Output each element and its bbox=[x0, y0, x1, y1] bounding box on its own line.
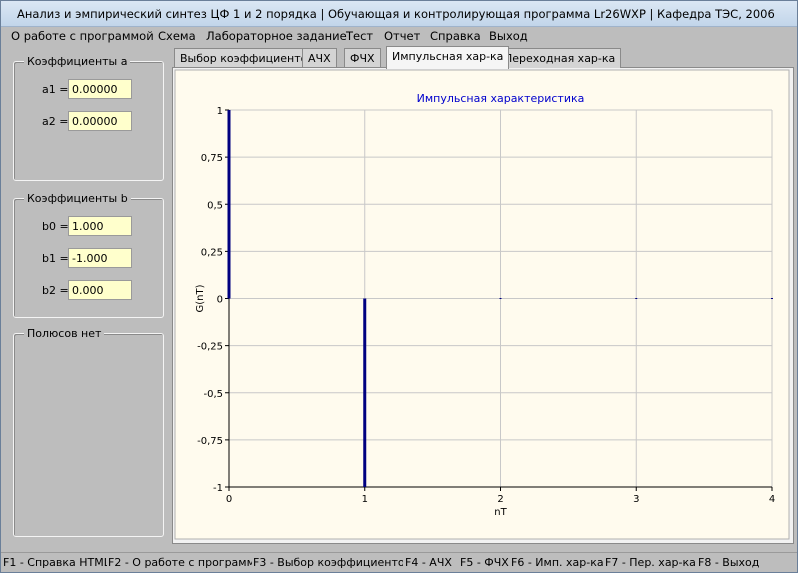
a1-label: a1 = bbox=[42, 83, 69, 96]
status-f6-impulse[interactable]: F6 - Имп. хар-ка bbox=[511, 556, 603, 569]
tab-impulse-response[interactable]: Импульсная хар-ка bbox=[386, 46, 510, 69]
y-tick-label: 0,25 bbox=[201, 247, 223, 258]
y-tick-label: -1 bbox=[213, 483, 223, 494]
status-f2-about[interactable]: F2 - О работе с программой bbox=[108, 556, 252, 569]
x-tick-label: 2 bbox=[497, 494, 503, 505]
b0-label: b0 = bbox=[42, 220, 69, 233]
coefficients-b-title: Коэффициенты b bbox=[24, 192, 131, 205]
x-tick-label: 1 bbox=[362, 494, 368, 505]
x-axis-label: nT bbox=[494, 507, 507, 518]
a1-input[interactable] bbox=[68, 79, 132, 99]
coefficients-a-group: Коэффициенты a a1 = a2 = bbox=[13, 55, 164, 181]
a2-input[interactable] bbox=[68, 111, 132, 131]
y-tick-label: 1 bbox=[217, 106, 223, 117]
poles-title: Полюсов нет bbox=[24, 327, 105, 340]
x-tick-label: 0 bbox=[226, 494, 232, 505]
tab-panel: Импульсная характеристика 1 0,75 0,5 0,25 0 -0… bbox=[172, 67, 794, 544]
y-tick-label: 0,75 bbox=[201, 153, 223, 164]
y-tick-label: 0 bbox=[217, 295, 223, 306]
menu-test[interactable]: Тест bbox=[346, 29, 373, 43]
menu-scheme[interactable]: Схема bbox=[158, 29, 196, 43]
status-f3-coefficients[interactable]: F3 - Выбор коэффициентов bbox=[253, 556, 403, 569]
app-window: Анализ и эмпирический синтез ЦФ 1 и 2 по… bbox=[0, 0, 798, 573]
b2-input[interactable] bbox=[68, 280, 132, 300]
plot-background bbox=[174, 69, 790, 540]
tab-coefficients[interactable]: Выбор коэффициентов bbox=[174, 48, 320, 68]
menu-about[interactable]: О работе с программой bbox=[11, 29, 154, 43]
y-tick-label: -0,75 bbox=[197, 436, 223, 447]
b1-input[interactable] bbox=[68, 248, 132, 268]
title-bar[interactable]: Анализ и эмпирический синтез ЦФ 1 и 2 по… bbox=[1, 1, 797, 27]
menu-bar: О работе с программой Схема Лабораторное… bbox=[1, 27, 797, 45]
status-f7-step[interactable]: F7 - Пер. хар-ка bbox=[605, 556, 695, 569]
a2-label: a2 = bbox=[42, 115, 69, 128]
b2-label: b2 = bbox=[42, 284, 69, 297]
tab-amplitude-response[interactable]: АЧХ bbox=[302, 48, 337, 68]
y-axis-label: G(nT) bbox=[195, 284, 206, 312]
tab-phase-response[interactable]: ФЧХ bbox=[344, 48, 381, 68]
x-tick-label: 3 bbox=[633, 494, 639, 505]
coefficients-b-group: Коэффициенты b b0 = b1 = b2 = bbox=[13, 192, 164, 318]
impulse-response-chart: Импульсная характеристика 1 0,75 0,5 0,25 0 -0… bbox=[174, 69, 790, 540]
menu-lab-task[interactable]: Лабораторное задание bbox=[206, 29, 347, 43]
status-bar: F1 - Справка HTML F2 - О работе с програ… bbox=[1, 552, 797, 572]
status-f5-phase[interactable]: F5 - ФЧХ bbox=[460, 556, 510, 569]
menu-exit[interactable]: Выход bbox=[489, 29, 528, 43]
chart-title: Импульсная характеристика bbox=[417, 92, 585, 105]
tab-step-response[interactable]: Переходная хар-ка bbox=[498, 48, 622, 68]
menu-help[interactable]: Справка bbox=[430, 29, 481, 43]
status-f4-amplitude[interactable]: F4 - АЧХ bbox=[405, 556, 459, 569]
status-f8-exit[interactable]: F8 - Выход bbox=[698, 556, 768, 569]
coefficients-a-title: Коэффициенты a bbox=[24, 55, 131, 68]
y-tick-label: -0,25 bbox=[197, 342, 223, 353]
window-title: Анализ и эмпирический синтез ЦФ 1 и 2 по… bbox=[17, 7, 775, 21]
b0-input[interactable] bbox=[68, 216, 132, 236]
b1-label: b1 = bbox=[42, 252, 69, 265]
y-tick-label: 0,5 bbox=[207, 200, 223, 211]
poles-group: Полюсов нет bbox=[13, 327, 164, 537]
x-tick-label: 4 bbox=[769, 494, 775, 505]
y-tick-label: -0,5 bbox=[203, 389, 223, 400]
status-f1-help[interactable]: F1 - Справка HTML bbox=[3, 556, 107, 569]
menu-report[interactable]: Отчет bbox=[384, 29, 420, 43]
